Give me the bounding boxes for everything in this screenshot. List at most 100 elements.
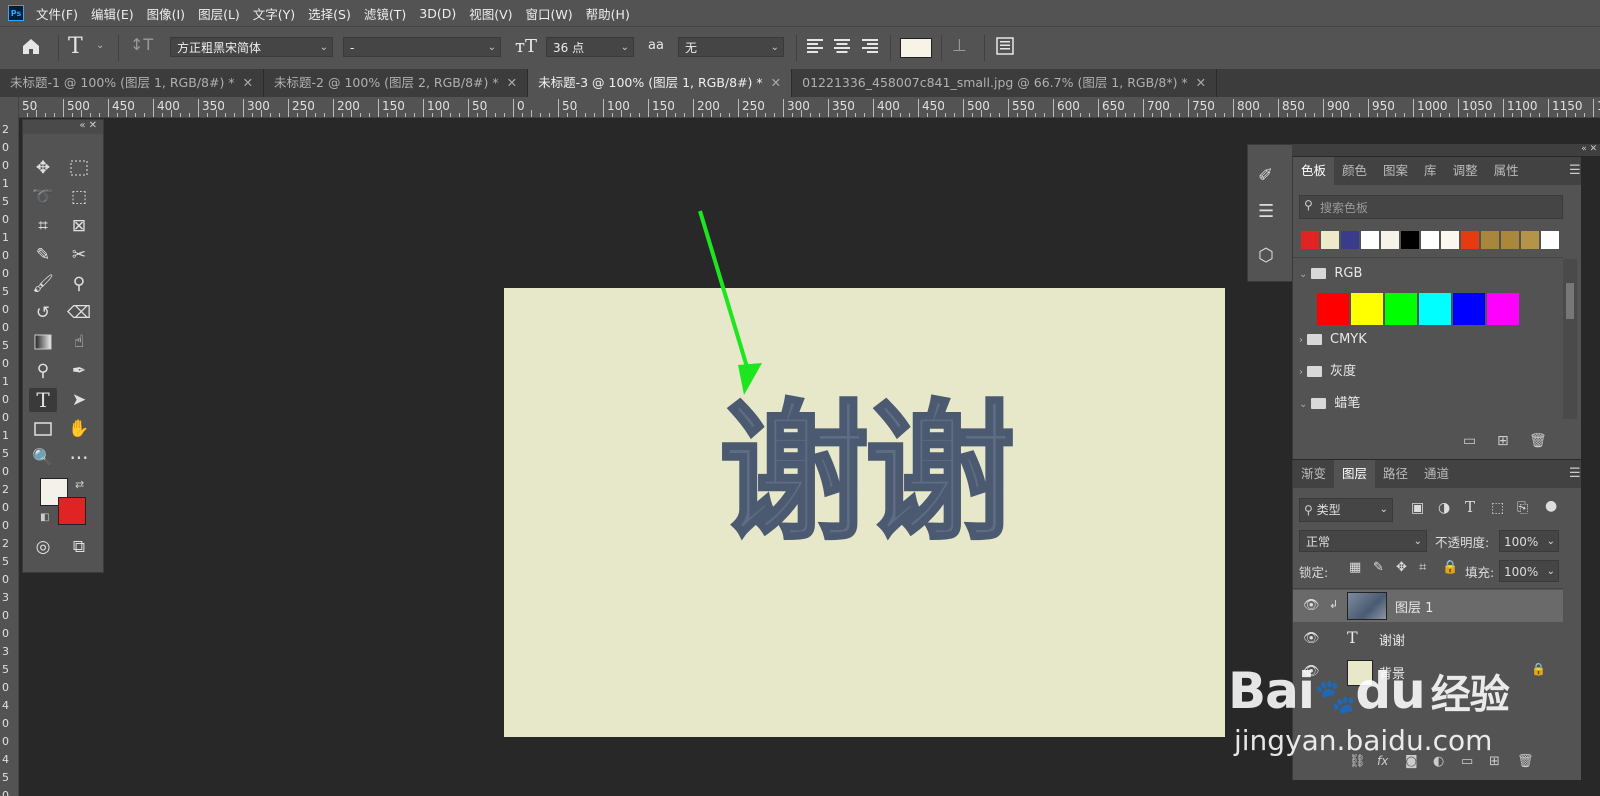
marquee-tool-icon[interactable] bbox=[65, 156, 93, 180]
zoom-tool-icon[interactable]: 🔍 bbox=[29, 446, 57, 470]
rectangle-tool-icon[interactable] bbox=[29, 417, 57, 441]
swatch-recent[interactable] bbox=[1421, 231, 1439, 249]
history-brush-tool-icon[interactable]: ↺ bbox=[29, 301, 57, 325]
filter-toggle-icon[interactable]: ● bbox=[1545, 498, 1557, 514]
crop-tool-icon[interactable]: ⌗ bbox=[29, 214, 57, 238]
visibility-eye-icon[interactable]: 👁 bbox=[1303, 598, 1320, 613]
character-panel-icon[interactable] bbox=[995, 36, 1015, 61]
dodge-tool-icon[interactable]: ⚲ bbox=[29, 359, 57, 383]
chevron-down-icon[interactable]: ⌄ bbox=[96, 40, 104, 51]
menu-layer[interactable]: 图层(L) bbox=[198, 4, 240, 23]
canvas-document[interactable]: 谢谢 bbox=[504, 288, 1225, 737]
swatch-group-pastel[interactable]: ⌄ 蜡笔 bbox=[1293, 389, 1563, 419]
tab-layers[interactable]: 图层 bbox=[1334, 460, 1376, 488]
menu-filter[interactable]: 滤镜(T) bbox=[364, 4, 406, 23]
swatch-recent[interactable] bbox=[1541, 231, 1559, 249]
home-icon[interactable] bbox=[20, 35, 42, 62]
align-right-icon[interactable] bbox=[861, 37, 879, 60]
panel-dock-header[interactable]: « ✕ bbox=[1292, 144, 1600, 156]
swatch-recent[interactable] bbox=[1401, 231, 1419, 249]
filter-type-icon[interactable]: T bbox=[1465, 498, 1475, 516]
menu-3d[interactable]: 3D(D) bbox=[419, 6, 456, 21]
swatch-rgb[interactable] bbox=[1385, 293, 1417, 325]
vertical-ruler[interactable]: 2 0 0 1 5 0 1 0 0 5 0 0 5 0 1 0 0 1 5 0 2 0 0 2 5 0 3 0 0 3 5 0 4 0 0 4 5 0 bbox=[0, 97, 19, 796]
clone-stamp-tool-icon[interactable]: ⚲ bbox=[65, 272, 93, 296]
swatch-recent[interactable] bbox=[1361, 231, 1379, 249]
swatch-recent[interactable] bbox=[1521, 231, 1539, 249]
filter-smart-object-icon[interactable]: ⎘ bbox=[1517, 500, 1528, 516]
swatch-group-cmyk[interactable]: › CMYK bbox=[1293, 325, 1563, 355]
filter-shape-icon[interactable]: ⬚ bbox=[1491, 500, 1504, 516]
swatch-recent[interactable] bbox=[1461, 231, 1479, 249]
lock-transparent-icon[interactable]: ▦ bbox=[1349, 560, 1361, 575]
new-group-folder-icon[interactable]: ▭ bbox=[1463, 433, 1476, 449]
lock-all-icon[interactable]: 🔒 bbox=[1442, 560, 1458, 575]
swatch-recent[interactable] bbox=[1341, 231, 1359, 249]
default-colors-icon[interactable]: ◧ bbox=[40, 512, 49, 523]
tab-document-1[interactable]: 未标题-1 @ 100% (图层 1, RGB/8#) * ✕ bbox=[0, 69, 265, 97]
hand-tool-icon[interactable]: ✋ bbox=[65, 417, 93, 441]
swatch-group-rgb[interactable]: ⌄ RGB bbox=[1293, 259, 1563, 289]
menu-edit[interactable]: 编辑(E) bbox=[91, 4, 134, 23]
adjustments-sliders-icon[interactable]: ☰ bbox=[1258, 201, 1274, 222]
brush-settings-icon[interactable]: ✐ bbox=[1258, 165, 1273, 186]
font-family-select[interactable]: 方正粗黑宋简体 ⌄ bbox=[170, 37, 333, 57]
layer-row-text[interactable]: 👁 T 谢谢 bbox=[1293, 623, 1563, 655]
opacity-input[interactable]: 100% ⌄ bbox=[1499, 530, 1559, 552]
tab-libraries[interactable]: 库 bbox=[1416, 157, 1445, 185]
swap-colors-icon[interactable]: ⇄ bbox=[75, 478, 84, 491]
tab-document-4[interactable]: 01221336_458007c841_small.jpg @ 66.7% (图… bbox=[792, 69, 1218, 97]
close-icon[interactable]: ✕ bbox=[507, 75, 517, 90]
text-orientation-icon[interactable]: ↕T bbox=[130, 35, 153, 54]
menu-window[interactable]: 窗口(W) bbox=[526, 4, 573, 23]
swatch-recent[interactable] bbox=[1321, 231, 1339, 249]
close-icon[interactable]: ✕ bbox=[243, 75, 253, 90]
lasso-tool-icon[interactable]: ➰ bbox=[29, 185, 57, 209]
swatch-recent[interactable] bbox=[1301, 231, 1319, 249]
canvas-text-layer[interactable]: 谢谢 bbox=[717, 397, 1016, 550]
background-color-swatch[interactable] bbox=[58, 497, 86, 525]
close-icon[interactable]: ✕ bbox=[771, 75, 781, 90]
text-color-swatch[interactable] bbox=[900, 38, 932, 58]
tab-document-2[interactable]: 未标题-2 @ 100% (图层 2, RGB/8#) * ✕ bbox=[264, 69, 529, 97]
delete-layer-icon[interactable]: 🗑 bbox=[1517, 754, 1534, 769]
more-tools-icon[interactable]: ··· bbox=[65, 446, 93, 470]
font-style-select[interactable]: - ⌄ bbox=[343, 37, 501, 57]
visibility-eye-icon[interactable]: 👁 bbox=[1303, 631, 1320, 646]
align-center-icon[interactable] bbox=[833, 37, 851, 60]
fill-input[interactable]: 100% ⌄ bbox=[1499, 560, 1559, 582]
swatch-recent[interactable] bbox=[1441, 231, 1459, 249]
menu-select[interactable]: 选择(S) bbox=[308, 4, 351, 23]
photoshop-logo-icon[interactable]: Ps bbox=[8, 5, 24, 21]
blend-mode-select[interactable]: 正常 ⌄ bbox=[1299, 530, 1427, 552]
panel-menu-icon[interactable]: ☰ bbox=[1569, 466, 1581, 481]
quick-mask-icon[interactable]: ◎ bbox=[29, 535, 57, 559]
swatch-rgb[interactable] bbox=[1317, 293, 1349, 325]
new-swatch-icon[interactable]: ⊞ bbox=[1497, 433, 1509, 449]
smudge-tool-icon[interactable]: ☝ bbox=[65, 330, 93, 354]
tab-channels[interactable]: 通道 bbox=[1416, 460, 1457, 488]
swatch-rgb[interactable] bbox=[1453, 293, 1485, 325]
filter-adjustment-icon[interactable]: ◑ bbox=[1438, 500, 1450, 516]
delete-swatch-icon[interactable]: 🗑 bbox=[1529, 433, 1547, 449]
gradient-tool-icon[interactable] bbox=[29, 330, 57, 354]
align-left-icon[interactable] bbox=[806, 37, 824, 60]
menu-file[interactable]: 文件(F) bbox=[36, 4, 78, 23]
swatch-rgb[interactable] bbox=[1419, 293, 1451, 325]
tab-swatches[interactable]: 色板 bbox=[1293, 157, 1335, 185]
frame-tool-icon[interactable]: ⊠ bbox=[65, 214, 93, 238]
path-select-tool-icon[interactable]: ➤ bbox=[65, 388, 93, 412]
tab-paths[interactable]: 路径 bbox=[1375, 460, 1416, 488]
layer-name[interactable]: 谢谢 bbox=[1379, 630, 1405, 649]
tab-adjustments[interactable]: 调整 bbox=[1445, 157, 1486, 185]
lock-image-icon[interactable]: ✎ bbox=[1373, 560, 1384, 575]
layer-filter-select[interactable]: ⚲ 类型 ⌄ bbox=[1299, 498, 1393, 522]
move-tool-icon[interactable]: ✥ bbox=[29, 156, 57, 180]
horizontal-ruler[interactable]: 50 500 450 400 350 300 250 200 150 100 50 0 50 100 150… bbox=[18, 97, 1600, 118]
pen-tool-icon[interactable]: ✒ bbox=[65, 359, 93, 383]
close-icon[interactable]: ✕ bbox=[1196, 75, 1206, 90]
tab-color[interactable]: 颜色 bbox=[1334, 157, 1375, 185]
brush-tool-icon[interactable]: 🖌 bbox=[29, 272, 57, 296]
menu-help[interactable]: 帮助(H) bbox=[586, 4, 630, 23]
layer-row-image[interactable]: 👁 ↲ 图层 1 bbox=[1293, 590, 1563, 622]
